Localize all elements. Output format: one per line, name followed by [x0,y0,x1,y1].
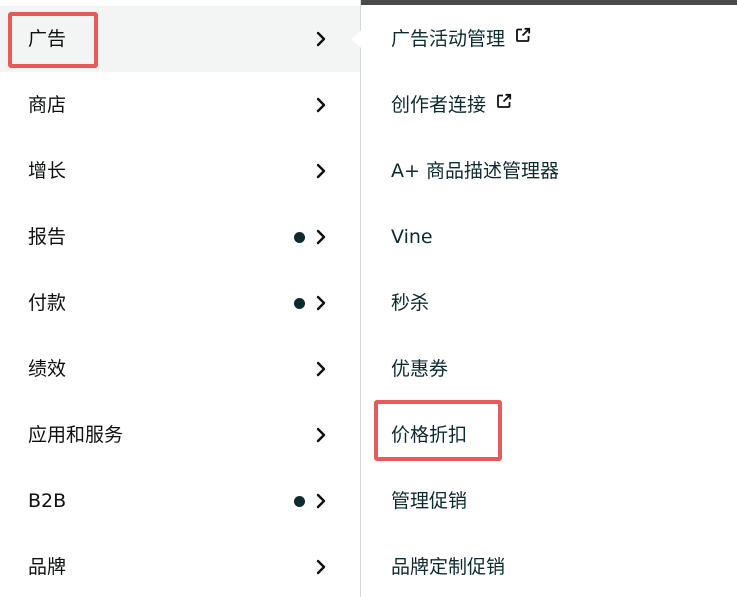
notification-dot-icon [294,496,305,507]
chevron-right-icon [313,96,329,114]
menu-item-brand[interactable]: 品牌 [0,534,360,597]
chevron-right-icon [313,30,329,48]
sub-item-label: A+ 商品描述管理器 [391,160,559,182]
sub-item-a-plus-manager[interactable]: A+ 商品描述管理器 [361,138,737,204]
chevron-right-icon [313,558,329,576]
menu-item-advertising[interactable]: 广告 [0,6,360,72]
menu-item-label: 应用和服务 [28,424,124,446]
external-link-icon [496,93,512,109]
menu-item-b2b[interactable]: B2B [0,468,360,534]
sub-item-label: 价格折扣 [391,424,468,446]
chevron-right-icon [313,294,329,312]
sub-item-label: 创作者连接 [391,94,487,116]
sub-item-label: 广告活动管理 [391,28,506,50]
sub-item-vine[interactable]: Vine [361,204,737,270]
sub-item-label: 品牌定制促销 [391,556,506,578]
external-link-icon [515,27,531,43]
menu-item-label: 广告 [28,28,67,50]
menu-item-label: B2B [28,490,67,512]
sub-item-creator-connections[interactable]: 创作者连接 [361,72,737,138]
sub-item-label: 管理促销 [391,490,468,512]
sub-item-brand-tailored-promotions[interactable]: 品牌定制促销 [361,534,737,597]
sub-item-label: Vine [391,226,433,248]
sub-item-campaign-manager[interactable]: 广告活动管理 [361,6,737,72]
menu-item-label: 付款 [28,292,67,314]
menu-item-apps-services[interactable]: 应用和服务 [0,402,360,468]
menu-item-label: 品牌 [28,556,67,578]
submenu-top-bar [361,0,737,5]
chevron-right-icon [313,492,329,510]
menu-item-payments[interactable]: 付款 [0,270,360,336]
chevron-right-icon [313,228,329,246]
left-menu: 广告 商店 增长 报告 付款 绩效 应用和服务 B2B 品牌 [0,0,360,597]
menu-item-performance[interactable]: 绩效 [0,336,360,402]
sub-item-coupons[interactable]: 优惠券 [361,336,737,402]
chevron-right-icon [313,162,329,180]
menu-item-reports[interactable]: 报告 [0,204,360,270]
notification-dot-icon [294,232,305,243]
chevron-right-icon [313,426,329,444]
chevron-right-icon [313,360,329,378]
navigation-flyout: 广告 商店 增长 报告 付款 绩效 应用和服务 B2B 品牌 广告活动管理 创作… [0,0,737,597]
sub-item-label: 优惠券 [391,358,449,380]
sub-item-manage-promotions[interactable]: 管理促销 [361,468,737,534]
sub-item-label: 秒杀 [391,292,430,314]
menu-item-label: 增长 [28,160,67,182]
notification-dot-icon [294,298,305,309]
menu-item-label: 绩效 [28,358,67,380]
menu-item-label: 报告 [28,226,67,248]
menu-item-growth[interactable]: 增长 [0,138,360,204]
submenu-pointer [351,30,361,48]
menu-item-label: 商店 [28,94,67,116]
sub-item-lightning-deals[interactable]: 秒杀 [361,270,737,336]
sub-item-price-discounts[interactable]: 价格折扣 [361,402,737,468]
menu-item-store[interactable]: 商店 [0,72,360,138]
